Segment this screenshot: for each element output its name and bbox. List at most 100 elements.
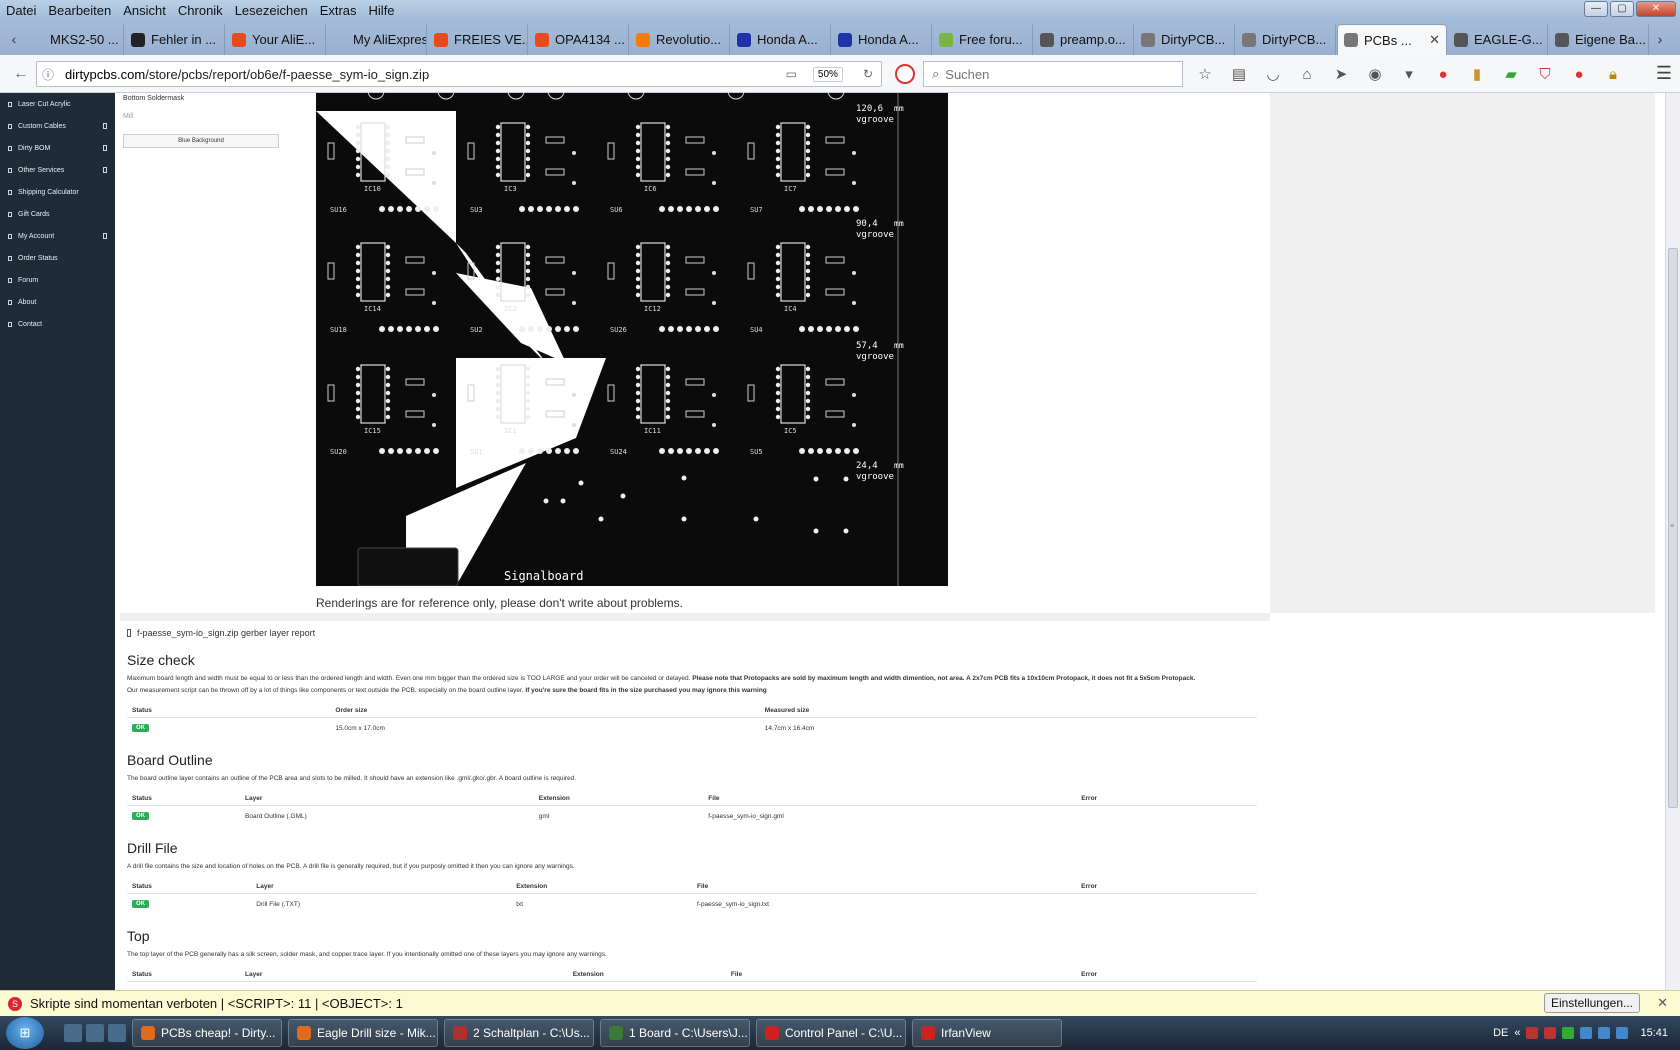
sidebar-item-my-account[interactable]: My Account — [0, 225, 115, 247]
show-desktop-icon[interactable] — [64, 1024, 82, 1042]
tab-15[interactable]: Eigene Ba... — [1549, 24, 1649, 55]
tray-volume-icon[interactable] — [1598, 1027, 1611, 1039]
menu-item-lesezeichen[interactable]: Lesezeichen — [229, 3, 314, 18]
taskbar-item-2[interactable]: 2 Schaltplan - C:\Us... — [444, 1019, 594, 1047]
tab-6[interactable]: Revolutio... — [630, 24, 730, 55]
noscript-notification-bar: S Skripte sind momentan verboten | <SCRI… — [0, 990, 1680, 1016]
search-input[interactable]: ⌕ Suchen — [923, 61, 1183, 87]
tab-11[interactable]: DirtyPCB... — [1135, 24, 1235, 55]
tab-10[interactable]: preamp.o... — [1034, 24, 1134, 55]
tab-scroll-left-icon[interactable]: ‹ — [4, 22, 24, 55]
menu-item-ansicht[interactable]: Ansicht — [117, 3, 172, 18]
tab-13[interactable]: PCBs ... ✕ — [1337, 24, 1447, 55]
sidebar-item-gift-cards[interactable]: Gift Cards — [0, 203, 115, 225]
menu-item-chronik[interactable]: Chronik — [172, 3, 229, 18]
tab-scroll-right-icon[interactable]: › — [1650, 22, 1670, 55]
pocket-icon[interactable]: ◡ — [1260, 63, 1286, 85]
tray-acrobat-icon[interactable] — [1526, 1027, 1539, 1039]
minimize-button[interactable]: — — [1584, 1, 1608, 17]
blue-background-button[interactable]: Blue Background — [123, 134, 279, 148]
zoom-level-badge[interactable]: 50% — [812, 66, 843, 82]
tab-14[interactable]: EAGLE-G... — [1448, 24, 1548, 55]
reload-icon[interactable]: ↻ — [863, 67, 873, 81]
drill-file-desc: A drill file contains the size and locat… — [127, 863, 575, 870]
layer-item-bottom-soldermask[interactable]: Bottom Soldermask — [123, 95, 283, 102]
sidebar-item-custom-cables[interactable]: Custom Cables — [0, 115, 115, 137]
language-indicator[interactable]: DE — [1493, 1027, 1508, 1039]
shield-icon[interactable]: ⛉ — [1532, 63, 1558, 85]
dropdown-icon[interactable]: ▾ — [1396, 63, 1422, 85]
extension-green-icon[interactable]: ▰ — [1498, 63, 1524, 85]
tab-1[interactable]: Fehler in ... — [125, 24, 225, 55]
ic-pin — [665, 398, 671, 404]
sidebar-item-about[interactable]: About — [0, 291, 115, 313]
hamburger-menu-icon[interactable]: ☰ — [1656, 63, 1672, 84]
site-info-icon[interactable]: ⓘ — [37, 66, 59, 83]
send-icon[interactable]: ➤ — [1328, 63, 1354, 85]
extension-folder-icon[interactable]: ▮ — [1464, 63, 1490, 85]
address-bar[interactable]: ⓘ dirtypcbs.com/store/pcbs/report/ob6e/f… — [36, 61, 882, 87]
bookmarks-list-icon[interactable]: ▤ — [1226, 63, 1252, 85]
sidebar-item-contact[interactable]: Contact — [0, 313, 115, 335]
explorer-icon[interactable] — [86, 1024, 104, 1042]
menu-item-datei[interactable]: Datei — [0, 3, 42, 18]
taskbar-item-5[interactable]: IrfanView — [912, 1019, 1062, 1047]
maximize-button[interactable]: ▢ — [1610, 1, 1634, 17]
taskbar-item-3[interactable]: 1 Board - C:\Users\J... — [600, 1019, 750, 1047]
layer-value: Drill File (.TXT) — [256, 900, 300, 908]
tab-5[interactable]: OPA4134 ... — [529, 24, 629, 55]
tab-3[interactable]: My AliExpress... — [327, 24, 427, 55]
taskbar-item-1[interactable]: Eagle Drill size - Mik... — [288, 1019, 438, 1047]
sidebar-item-dirty-bom[interactable]: Dirty BOM — [0, 137, 115, 159]
tray-network-icon[interactable] — [1580, 1027, 1593, 1039]
back-button[interactable]: ← — [6, 60, 36, 88]
ic-pin — [385, 148, 391, 154]
close-notification-icon[interactable]: ✕ — [1657, 995, 1668, 1011]
settings-button[interactable]: Einstellungen... — [1543, 993, 1640, 1013]
lock-icon[interactable]: 🔒︎ — [1600, 63, 1626, 85]
tab-2[interactable]: Your AliE... — [226, 24, 326, 55]
clock[interactable]: 15:41 — [1640, 1027, 1668, 1039]
tab-4[interactable]: FREIES VE... — [428, 24, 528, 55]
tab-favicon-icon — [1040, 32, 1054, 47]
taskbar-item-4[interactable]: Control Panel - C:\U... — [756, 1019, 906, 1047]
vertical-scrollbar[interactable]: ≡ — [1665, 93, 1680, 990]
via — [712, 301, 716, 305]
tab-close-icon[interactable]: ✕ — [1429, 32, 1440, 48]
tab-7[interactable]: Honda A... — [731, 24, 831, 55]
layer-item-mill[interactable]: Mill — [123, 113, 283, 120]
tab-9[interactable]: Free foru... — [933, 24, 1033, 55]
home-icon[interactable]: ⌂ — [1294, 63, 1320, 85]
tray-expand-icon[interactable]: « — [1514, 1027, 1520, 1039]
menu-item-hilfe[interactable]: Hilfe — [363, 3, 401, 18]
noscript-icon[interactable] — [895, 64, 915, 84]
tray-flag-icon[interactable] — [1616, 1027, 1629, 1039]
sidebar-item-laser-cut-acrylic[interactable]: Laser Cut Acrylic — [0, 93, 115, 115]
tab-0[interactable]: MKS2-50 ... — [24, 24, 124, 55]
tab-label: preamp.o... — [1060, 32, 1126, 47]
tray-opera-icon[interactable] — [1544, 1027, 1557, 1039]
tray-green-icon[interactable] — [1562, 1027, 1575, 1039]
header-pin — [528, 326, 534, 332]
sidebar-item-order-status[interactable]: Order Status — [0, 247, 115, 269]
header-pin — [817, 448, 823, 454]
tab-8[interactable]: Honda A... — [832, 24, 932, 55]
sidebar-item-shipping-calculator[interactable]: Shipping Calculator — [0, 181, 115, 203]
header-pin — [659, 206, 665, 212]
menu-item-bearbeiten[interactable]: Bearbeiten — [42, 3, 117, 18]
chat-icon[interactable]: ◉ — [1362, 63, 1388, 85]
extension-m-icon[interactable]: ● — [1566, 63, 1592, 85]
sidebar-item-forum[interactable]: Forum — [0, 269, 115, 291]
tab-12[interactable]: DirtyPCB... — [1236, 24, 1336, 55]
start-button[interactable]: ⊞ — [6, 1017, 44, 1049]
extension-red-icon[interactable]: ● — [1430, 63, 1456, 85]
menu-item-extras[interactable]: Extras — [314, 3, 363, 18]
url-text[interactable]: dirtypcbs.com/store/pcbs/report/ob6e/f-p… — [65, 67, 786, 82]
close-window-button[interactable]: ✕ — [1636, 1, 1676, 17]
taskbar-item-0[interactable]: PCBs cheap! - Dirty... — [132, 1019, 282, 1047]
calculator-icon[interactable] — [108, 1024, 126, 1042]
reader-view-icon[interactable]: ▭ — [786, 67, 797, 81]
bookmark-star-icon[interactable]: ☆ — [1192, 63, 1218, 85]
sidebar-item-other-services[interactable]: Other Services — [0, 159, 115, 181]
ic-pin — [495, 390, 501, 396]
